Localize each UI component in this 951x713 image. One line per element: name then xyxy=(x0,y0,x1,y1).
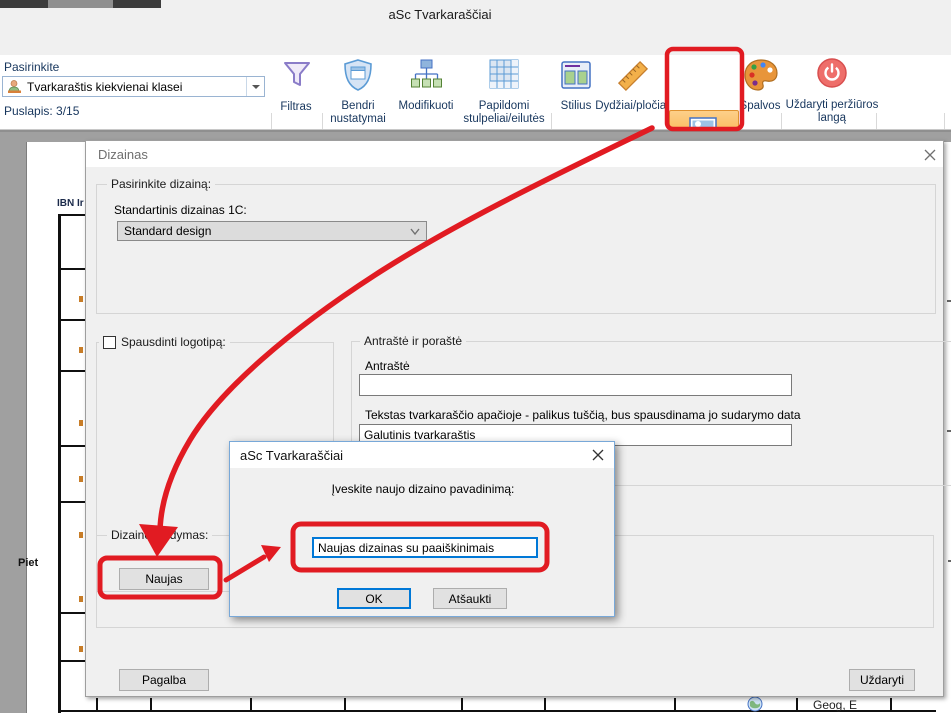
preview-table-line xyxy=(58,612,87,614)
view-select-value: Tvarkaraštis kiekvienai klasei xyxy=(27,80,182,94)
preview-cell-mark xyxy=(79,476,83,482)
preview-cell-mark xyxy=(79,596,83,602)
new-design-name-dialog: aSc Tvarkaraščiai Įveskite naujo dizaino… xyxy=(229,441,615,617)
preview-cell-mark xyxy=(79,347,83,353)
preview-cell-mark xyxy=(79,296,83,302)
window-style-icon xyxy=(560,60,592,90)
design-dialog-titlebar[interactable]: Dizainas xyxy=(86,141,943,167)
sizes-widths-label: Dydžiai/pločiai xyxy=(590,100,674,113)
grid-icon xyxy=(488,58,520,90)
extra-columns-rows-button[interactable]: Papildomi stulpeliai/eilutės xyxy=(454,57,554,127)
general-settings-button[interactable]: Bendri nustatymai xyxy=(320,57,396,127)
palette-icon xyxy=(742,57,780,93)
funnel-icon xyxy=(281,59,313,91)
preview-edge-mark xyxy=(947,300,951,302)
cancel-button[interactable]: Atšaukti xyxy=(433,588,507,609)
name-dialog-prompt: Įveskite naujo dizaino pavadinimą: xyxy=(230,482,616,496)
modify-button[interactable]: Modifikuoti xyxy=(390,57,462,127)
close-preview-label: Uždaryti peržiūros langą xyxy=(782,99,882,125)
header-input[interactable] xyxy=(359,374,792,396)
header-footer-group-label: Antraštė ir poraštė xyxy=(360,334,466,348)
print-logo-label: Spausdinti logotipą: xyxy=(121,335,226,349)
preview-table-line xyxy=(58,214,87,216)
help-button[interactable]: Pagalba xyxy=(119,669,209,691)
preview-table-line xyxy=(58,268,87,270)
background-window-fragment xyxy=(48,0,113,8)
preview-table-line xyxy=(58,710,936,712)
chevron-down-icon xyxy=(410,228,420,236)
name-dialog-title: aSc Tvarkaraščiai xyxy=(240,448,343,463)
org-chart-icon xyxy=(410,58,442,92)
preview-table-line xyxy=(58,370,87,372)
standard-design-combo[interactable]: Standard design xyxy=(117,221,427,241)
design-management-group-label: Dizaino valdymas: xyxy=(107,528,212,542)
preview-cell-text: Geog, E xyxy=(813,698,857,712)
power-icon xyxy=(815,56,849,90)
general-settings-label: Bendri nustatymai xyxy=(320,100,396,126)
chevron-down-icon[interactable] xyxy=(246,77,264,96)
preview-cell-mark xyxy=(79,420,83,426)
ruler-icon xyxy=(615,57,651,95)
select-label: Pasirinkite xyxy=(4,60,59,74)
standard-design-label: Standartinis dizainas 1C: xyxy=(114,203,247,217)
shield-icon xyxy=(342,58,374,92)
preview-table-header: IBN Ir xyxy=(57,198,84,209)
new-design-name-input[interactable] xyxy=(312,537,538,558)
modify-button-label: Modifikuoti xyxy=(390,100,462,113)
view-select-combo[interactable]: Tvarkaraštis kiekvienai klasei xyxy=(2,76,265,97)
colors-button[interactable]: Spalvos xyxy=(736,57,784,127)
preview-table-line xyxy=(58,319,87,321)
preview-cell-mark xyxy=(79,646,83,652)
window-title: aSc Tvarkaraščiai xyxy=(340,7,540,22)
preview-cell-mark xyxy=(79,532,83,538)
background-window-fragment xyxy=(0,0,48,8)
close-icon[interactable] xyxy=(922,147,938,163)
preview-table-line xyxy=(58,660,87,662)
footer-field-label: Tekstas tvarkaraščio apačioje - palikus … xyxy=(365,408,801,422)
menu-tab-row: Aprašymai Peržiūra Tvarkaraštis Pasirink… xyxy=(0,28,951,55)
preview-table-border xyxy=(58,214,61,713)
close-preview-button[interactable]: Uždaryti peržiūros langą xyxy=(782,56,882,126)
colors-button-label: Spalvos xyxy=(736,100,784,113)
preview-table-line xyxy=(58,445,87,447)
window-titlebar: aSc Tvarkaraščiai xyxy=(0,0,951,28)
filter-button[interactable]: Filtras xyxy=(270,57,322,127)
background-window-fragment xyxy=(113,0,161,8)
preview-day-label: Piet xyxy=(18,557,38,569)
ribbon: Pasirinkite Tvarkaraštis kiekvienai klas… xyxy=(0,55,951,129)
app-window: aSc Tvarkaraščiai Aprašymai Peržiūra Tva… xyxy=(0,0,951,713)
name-dialog-titlebar[interactable]: aSc Tvarkaraščiai xyxy=(230,442,614,468)
sizes-widths-button[interactable]: Dydžiai/pločiai xyxy=(590,57,674,127)
print-logo-checkbox[interactable] xyxy=(103,336,116,349)
close-dialog-button[interactable]: Uždaryti xyxy=(849,669,915,691)
preview-table-line xyxy=(58,501,87,503)
header-field-label: Antraštė xyxy=(365,359,410,373)
design-dialog-title: Dizainas xyxy=(98,147,148,162)
teacher-icon xyxy=(7,79,22,94)
page-status: Puslapis: 3/15 xyxy=(4,104,79,118)
ok-button[interactable]: OK xyxy=(337,588,411,609)
new-design-button[interactable]: Naujas xyxy=(119,568,209,590)
standard-design-value: Standard design xyxy=(124,224,211,238)
select-design-group-label: Pasirinkite dizainą: xyxy=(107,177,215,191)
filter-button-label: Filtras xyxy=(270,101,322,114)
close-icon[interactable] xyxy=(590,447,606,463)
extra-columns-rows-label: Papildomi stulpeliai/eilutės xyxy=(454,100,554,126)
globe-icon xyxy=(747,696,763,712)
